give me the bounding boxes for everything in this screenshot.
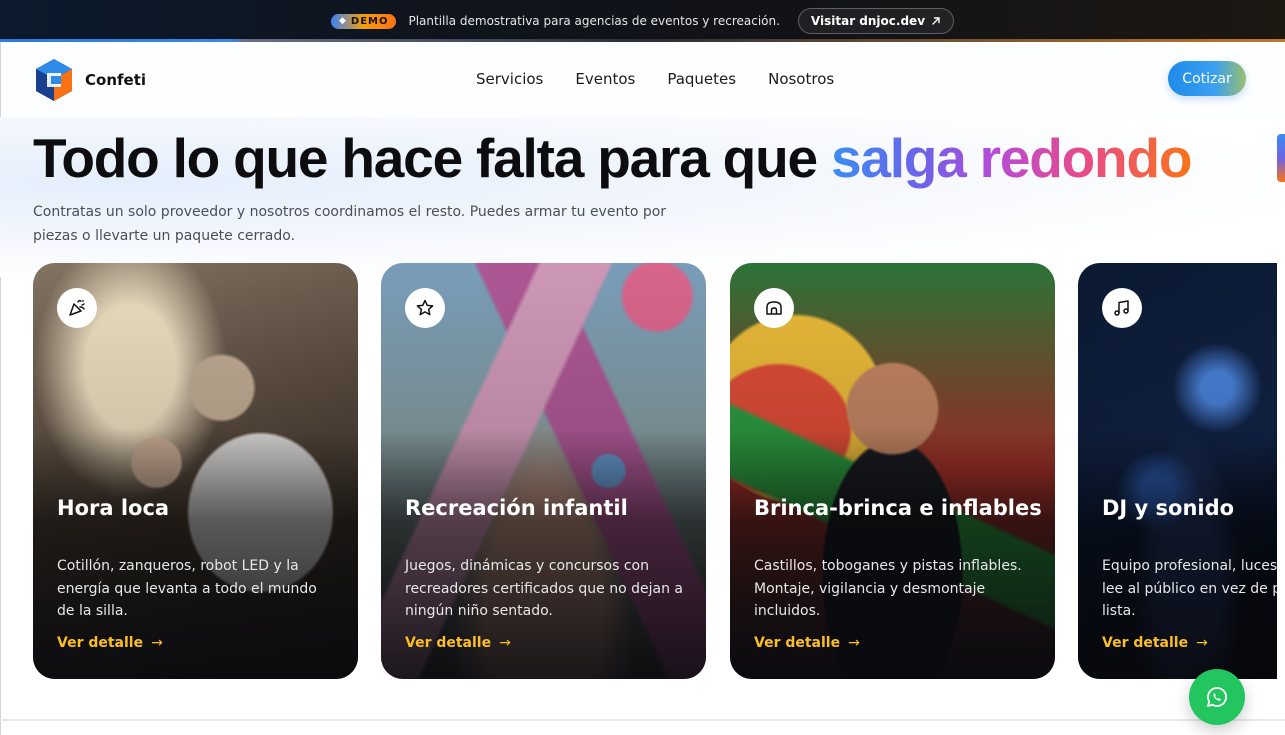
brand-logo[interactable]: Confeti xyxy=(34,57,146,103)
scroll-edge-accent xyxy=(1277,134,1285,182)
service-card-inflables[interactable]: Brinca-brinca e inflables Castillos, tob… xyxy=(730,263,1055,679)
card-detail-label: Ver detalle xyxy=(1102,635,1189,651)
demo-banner: ◆ DEMO Plantilla demostrativa para agenc… xyxy=(0,0,1285,42)
confeti-logo-icon xyxy=(36,59,72,101)
service-card-recreacion-infantil[interactable]: Recreación infantil Juegos, dinámicas y … xyxy=(381,263,706,679)
nav-link-servicios[interactable]: Servicios xyxy=(476,70,543,88)
nav-link-nosotros[interactable]: Nosotros xyxy=(768,70,834,88)
navbar: Confeti Servicios Eventos Paquetes Nosot… xyxy=(0,42,1285,117)
service-card-dj-sonido[interactable]: DJ y sonido Equipo profesional, luces le… xyxy=(1078,263,1277,679)
quote-button[interactable]: Cotizar xyxy=(1168,61,1246,96)
card-detail-link[interactable]: Ver detalle → xyxy=(1102,635,1208,651)
hero-title-plain: Todo lo que hace falta para que xyxy=(33,127,831,189)
party-popper-icon xyxy=(69,299,85,316)
demo-badge-label: DEMO xyxy=(350,15,389,27)
section-divider xyxy=(0,719,1285,721)
card-title: Brinca-brinca e inflables xyxy=(754,496,1042,520)
music-note-icon xyxy=(1114,300,1129,316)
arrow-right-icon: → xyxy=(1196,635,1208,651)
card-detail-link[interactable]: Ver detalle → xyxy=(57,635,163,651)
card-description: Equipo profesional, luces lee al público… xyxy=(1102,558,1277,619)
nav-link-paquetes[interactable]: Paquetes xyxy=(667,70,736,88)
card-title: Recreación infantil xyxy=(405,496,628,520)
main-nav: Servicios Eventos Paquetes Nosotros xyxy=(476,70,834,88)
card-detail-label: Ver detalle xyxy=(754,635,841,651)
visit-site-button[interactable]: Visitar dnjoc.dev xyxy=(797,8,955,34)
brand-name: Confeti xyxy=(85,71,147,89)
demo-badge: ◆ DEMO xyxy=(330,13,397,29)
card-icon-badge xyxy=(57,288,97,328)
hero-subtitle: Contratas un solo proveedor y nosotros c… xyxy=(33,204,667,244)
service-card-hora-loca[interactable]: Hora loca Cotillón, zanqueros, robot LED… xyxy=(33,263,358,679)
card-detail-link[interactable]: Ver detalle → xyxy=(754,635,860,651)
card-icon-badge xyxy=(754,288,794,328)
visit-site-label: Visitar dnjoc.dev xyxy=(810,14,926,28)
card-description: Castillos, toboganes y pistas inflables.… xyxy=(754,558,1022,619)
castle-icon xyxy=(766,301,782,315)
card-icon-badge xyxy=(1102,288,1142,328)
card-detail-label: Ver detalle xyxy=(405,635,492,651)
card-title: DJ y sonido xyxy=(1102,496,1235,520)
star-icon xyxy=(416,299,434,316)
hero-title-highlight: salga redondo xyxy=(830,127,1192,189)
demo-banner-text: Plantilla demostrativa para agencias de … xyxy=(408,14,780,28)
card-icon-badge xyxy=(405,288,445,328)
card-title: Hora loca xyxy=(57,496,170,520)
whatsapp-button[interactable] xyxy=(1189,669,1245,725)
card-description: Cotillón, zanqueros, robot LED y la ener… xyxy=(57,558,317,619)
arrow-right-icon: → xyxy=(151,635,163,651)
arrow-right-icon: → xyxy=(848,635,860,651)
hero-title: Todo lo que hace falta para que salga re… xyxy=(33,126,1192,190)
arrow-right-icon: → xyxy=(499,635,511,651)
card-detail-link[interactable]: Ver detalle → xyxy=(405,635,511,651)
whatsapp-icon xyxy=(1207,687,1227,707)
nav-link-eventos[interactable]: Eventos xyxy=(575,70,635,88)
diamond-icon: ◆ xyxy=(338,16,347,26)
card-description: Juegos, dinámicas y concursos con recrea… xyxy=(405,558,683,619)
card-detail-label: Ver detalle xyxy=(57,635,144,651)
arrow-up-right-icon xyxy=(932,17,940,25)
